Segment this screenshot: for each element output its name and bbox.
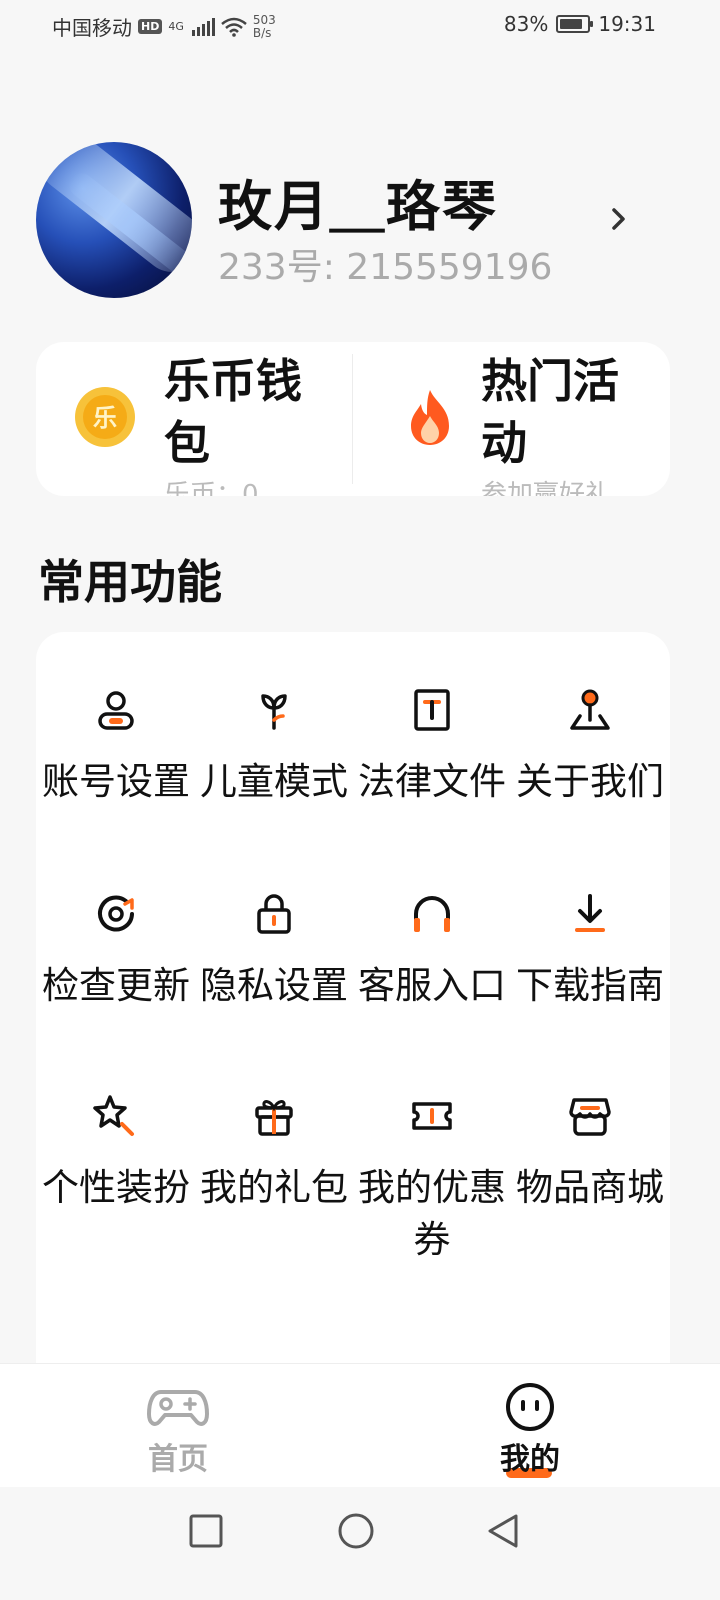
nav-me-label: 我的 [500,1442,560,1477]
nav-home[interactable]: 首页 [118,1382,238,1478]
battery-icon [556,15,594,33]
section-title: 常用功能 [38,555,222,609]
sprout-icon [261,694,287,730]
fn-download-guide[interactable]: 下载指南 [510,890,670,1012]
fn-label: 账号设置 [42,760,190,803]
fn-label: 法律文件 [358,760,506,803]
refresh-icon [98,895,134,932]
home-circle-icon[interactable] [336,1511,376,1551]
events-subtitle: 参加赢好礼 [481,480,612,496]
avatar[interactable] [36,142,192,298]
chevron-right-icon[interactable] [608,204,630,234]
store-icon [569,1098,611,1136]
nav-me-label-wrap: 我的 [500,1434,560,1478]
clock: 19:31 [598,12,656,36]
fn-my-coupons[interactable]: 我的优惠券 [352,1092,512,1266]
profile-id: 233号: 215559196 [218,247,553,288]
system-nav [0,1487,720,1600]
lock-icon [257,894,291,934]
gift-icon [255,1100,293,1136]
ticket-icon [412,1102,452,1130]
fn-personalize[interactable]: 个性装扮 [36,1092,196,1214]
user-icon [98,691,134,730]
battery-percent: 83% [503,12,549,36]
coin-icon: 乐 [75,387,135,447]
status-right: 83% 19:31 [504,12,656,36]
profile-name: 玫月＿珞琴 [218,175,498,238]
star-wand-icon [93,1095,134,1136]
wallet-card[interactable]: 乐 乐币钱包 乐币：0 [36,342,353,496]
fn-item-store[interactable]: 物品商城 [510,1092,670,1214]
flame-icon [411,390,449,445]
network-type: 4G [168,20,184,33]
fn-label: 下载指南 [516,964,664,1007]
nav-me[interactable]: 我的 [470,1382,590,1478]
battery-fill [560,19,582,29]
recent-apps-icon[interactable] [186,1511,226,1551]
status-left: 中国移动 HD 4G 503 B/s [52,12,276,41]
signal-icon [191,17,215,36]
document-icon [414,689,450,731]
fn-check-update[interactable]: 检查更新 [36,890,196,1012]
headphones-icon [414,896,450,932]
functions-grid: 账号设置 儿童模式 法律文件 关于我们 检查更新 隐私设置 客服入口 下载指南 … [36,632,670,1432]
fn-account-settings[interactable]: 账号设置 [36,686,196,808]
fn-label: 关于我们 [516,760,664,803]
hd-badge: HD [138,19,163,34]
wallet-title: 乐币钱包 [164,354,302,470]
status-bar: 中国移动 HD 4G 503 B/s 83% 19:31 [0,0,720,50]
fn-customer-service[interactable]: 客服入口 [352,890,512,1012]
fn-my-gifts[interactable]: 我的礼包 [194,1092,354,1214]
fn-label: 客服入口 [358,964,506,1007]
svg-text:乐: 乐 [93,404,117,432]
fn-about-us[interactable]: 关于我们 [510,686,670,808]
fn-label: 我的礼包 [200,1166,348,1209]
gamepad-icon [147,1390,209,1426]
wifi-icon [221,17,247,37]
fn-label: 检查更新 [42,964,190,1007]
speed-unit: B/s [252,25,272,40]
profile-header[interactable]: 玫月＿珞琴 233号: 215559196 [36,142,656,302]
download-icon [575,894,605,932]
fn-label: 个性装扮 [42,1166,190,1209]
fn-label: 隐私设置 [200,964,348,1007]
quick-cards: 乐 乐币钱包 乐币：0 热门活动 参加赢好礼 [36,342,670,496]
carrier-label: 中国移动 [52,16,132,40]
network-speed: 503 B/s [252,12,276,40]
wallet-subtitle: 乐币：0 [164,480,259,496]
events-title: 热门活动 [481,354,619,470]
fn-kids-mode[interactable]: 儿童模式 [194,686,354,808]
smiley-icon [506,1383,554,1431]
nav-home-label: 首页 [148,1442,208,1477]
fn-legal-docs[interactable]: 法律文件 [352,686,512,808]
back-triangle-icon[interactable] [484,1511,524,1551]
fn-label: 我的优惠券 [358,1166,506,1261]
fn-label: 儿童模式 [200,760,348,803]
fn-privacy-settings[interactable]: 隐私设置 [194,890,354,1012]
events-card[interactable]: 热门活动 参加赢好礼 [353,342,670,496]
location-pin-icon [570,689,610,730]
fn-label: 物品商城 [516,1166,664,1209]
bottom-nav: 首页 我的 [0,1363,720,1487]
speed-value: 503 [252,12,276,27]
